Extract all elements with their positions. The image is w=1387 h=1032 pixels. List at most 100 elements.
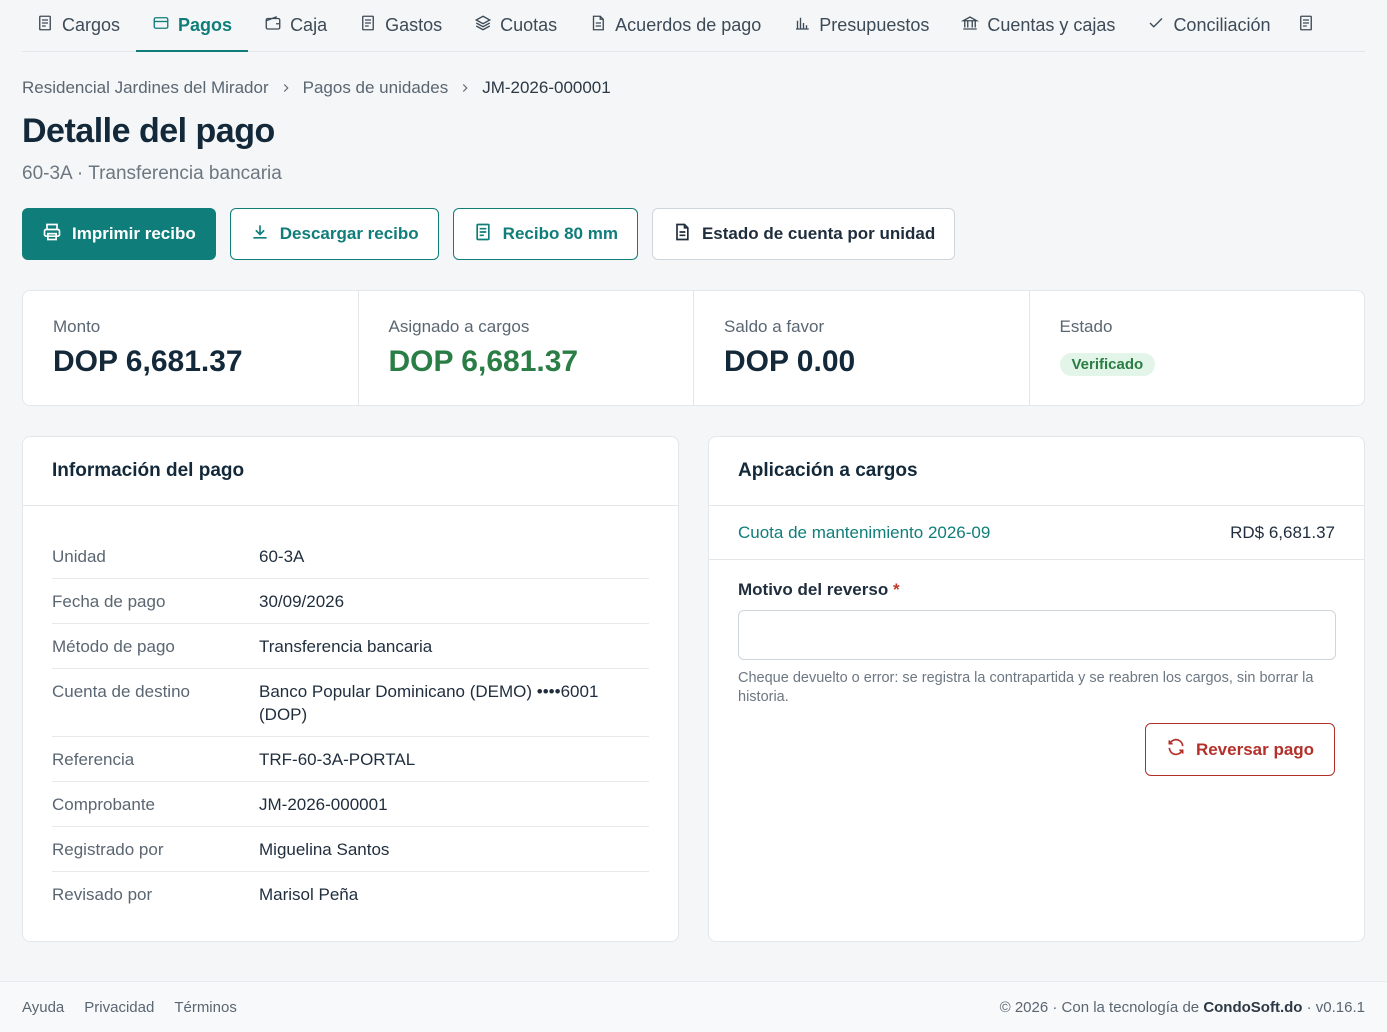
nav-item-label: Conciliación — [1173, 15, 1271, 35]
reverse-reason-input[interactable] — [738, 610, 1336, 660]
info-value: Miguelina Santos — [259, 840, 390, 859]
info-value: 60-3A — [259, 547, 305, 566]
unit-statement-button[interactable]: Estado de cuenta por unidad — [651, 208, 956, 260]
info-label: Método de pago — [52, 637, 175, 656]
nav-item-label: Cuentas y cajas — [987, 15, 1116, 35]
nav-item-gastos[interactable]: Gastos — [343, 0, 458, 51]
info-label: Referencia — [52, 750, 135, 769]
footer-help-link[interactable]: Ayuda — [22, 999, 64, 1016]
reason-help-text: Cheque devuelto o error: se registra la … — [738, 670, 1314, 705]
nav-item-cuentas[interactable]: Cuentas y cajas — [945, 0, 1131, 51]
info-row: Método de pago Transferencia bancaria — [52, 624, 649, 669]
nav-item-pagos[interactable]: Pagos — [136, 0, 249, 52]
nav-item-label: Pagos — [178, 15, 233, 35]
nav-item-label: Acuerdos de pago — [615, 15, 762, 35]
download-icon — [250, 222, 270, 247]
charge-link[interactable]: Cuota de mantenimiento 2026-09 — [738, 523, 990, 543]
info-label: Registrado por — [52, 840, 164, 859]
nav-item-label: Presupuestos — [819, 15, 930, 35]
reason-label-text: Motivo del reverso — [738, 580, 889, 599]
info-row: Comprobante JM-2026-000001 — [52, 782, 649, 827]
refresh-icon — [1166, 737, 1186, 762]
footer: Ayuda Privacidad Términos © 2026 · Con l… — [0, 981, 1387, 1032]
top-navigation: Cargos Pagos Caja Gastos Cuotas Acuerdos… — [22, 0, 1365, 52]
bank-icon — [961, 14, 980, 37]
nav-item-acuerdos[interactable]: Acuerdos de pago — [573, 0, 777, 51]
reverse-payment-label: Reversar pago — [1195, 739, 1315, 759]
info-row: Fecha de pago 30/09/2026 — [52, 579, 649, 624]
stat-label: Monto — [53, 317, 101, 336]
footer-terms-link[interactable]: Términos — [174, 999, 237, 1016]
receipt-icon — [359, 14, 377, 37]
stat-value: DOP 6,681.37 — [388, 345, 579, 378]
wallet-icon — [264, 14, 282, 37]
unit-statement-label: Estado de cuenta por unidad — [701, 224, 936, 243]
info-value: TRF-60-3A-PORTAL — [259, 750, 416, 769]
info-label: Revisado por — [52, 885, 153, 904]
nav-item-presupuestos[interactable]: Presupuestos — [777, 0, 945, 51]
stat-value: DOP 0.00 — [724, 345, 856, 378]
card-title: Información del pago — [23, 437, 678, 506]
info-row: Revisado por Marisol Peña — [52, 872, 649, 916]
receipt-80mm-label: Recibo 80 mm — [502, 224, 618, 243]
charge-row: Cuota de mantenimiento 2026-09 RD$ 6,681… — [709, 506, 1364, 560]
reason-field-label: Motivo del reverso * — [738, 580, 1335, 600]
bar-chart-icon — [793, 14, 811, 37]
info-row: Unidad 60-3A — [52, 534, 649, 579]
nav-item-label: Caja — [290, 15, 328, 35]
document-icon — [672, 222, 692, 247]
payment-summary: Monto DOP 6,681.37 Asignado a cargos DOP… — [22, 290, 1365, 406]
status-badge: Verificado — [1059, 353, 1156, 376]
nav-item-label: Cuotas — [500, 15, 558, 35]
footer-links: Ayuda Privacidad Términos — [22, 999, 237, 1016]
nav-item-conciliacion[interactable]: Conciliación — [1131, 0, 1286, 51]
info-label: Unidad — [52, 547, 106, 566]
receipt-80mm-button[interactable]: Recibo 80 mm — [452, 208, 638, 260]
stat-assigned: Asignado a cargos DOP 6,681.37 — [359, 291, 694, 405]
chevron-right-icon — [283, 84, 289, 92]
stat-value: DOP 6,681.37 — [53, 345, 243, 378]
download-receipt-button[interactable]: Descargar recibo — [229, 208, 439, 260]
breadcrumb-section[interactable]: Pagos de unidades — [303, 78, 449, 98]
receipt-icon — [36, 14, 54, 37]
nav-item-cargos[interactable]: Cargos — [22, 0, 136, 51]
card-title: Aplicación a cargos — [709, 437, 1364, 506]
reverse-payment-button[interactable]: Reversar pago — [1145, 723, 1335, 776]
nav-more-button[interactable] — [1287, 0, 1325, 51]
breadcrumb: Residencial Jardines del Mirador Pagos d… — [22, 78, 611, 98]
info-value: Transferencia bancaria — [259, 637, 433, 656]
footer-version: · v0.16.1 — [1306, 998, 1365, 1016]
credit-card-icon — [152, 14, 170, 37]
info-label: Comprobante — [52, 795, 156, 814]
reverse-form: Motivo del reverso * Cheque devuelto o e… — [709, 560, 1364, 776]
info-label: Fecha de pago — [52, 592, 166, 611]
stat-status: Estado Verificado — [1030, 291, 1365, 405]
info-value: JM-2026-000001 — [259, 795, 388, 814]
nav-item-label: Gastos — [385, 15, 443, 35]
footer-brand[interactable]: CondoSoft.do — [1203, 999, 1302, 1016]
receipt-icon — [1297, 14, 1315, 37]
print-receipt-label: Imprimir recibo — [72, 224, 196, 243]
info-row: Cuenta de destino Banco Popular Dominica… — [52, 669, 649, 737]
check-icon — [1147, 14, 1165, 37]
stat-label: Asignado a cargos — [388, 317, 530, 336]
page-title: Detalle del pago — [22, 112, 275, 150]
nav-item-cuotas[interactable]: Cuotas — [458, 0, 573, 51]
payment-info-card: Información del pago Unidad 60-3A Fecha … — [22, 436, 679, 942]
charge-amount: RD$ 6,681.37 — [1230, 522, 1335, 542]
printer-icon — [42, 222, 62, 247]
charge-application-card: Aplicación a cargos Cuota de mantenimien… — [708, 436, 1365, 942]
breadcrumb-root[interactable]: Residencial Jardines del Mirador — [22, 78, 269, 98]
footer-privacy-link[interactable]: Privacidad — [84, 999, 154, 1016]
info-row: Referencia TRF-60-3A-PORTAL — [52, 737, 649, 782]
payment-info-table: Unidad 60-3A Fecha de pago 30/09/2026 Mé… — [23, 506, 678, 916]
nav-item-caja[interactable]: Caja — [248, 0, 343, 51]
download-receipt-label: Descargar recibo — [279, 224, 419, 243]
stat-label: Saldo a favor — [724, 317, 825, 336]
footer-credits: © 2026 · Con la tecnología de CondoSoft.… — [1000, 999, 1365, 1016]
info-label: Cuenta de destino — [52, 682, 190, 701]
print-receipt-button[interactable]: Imprimir recibo — [22, 208, 216, 260]
info-value: 30/09/2026 — [259, 592, 345, 611]
page-subtitle: 60-3A · Transferencia bancaria — [22, 163, 282, 184]
stat-amount: Monto DOP 6,681.37 — [23, 291, 359, 405]
